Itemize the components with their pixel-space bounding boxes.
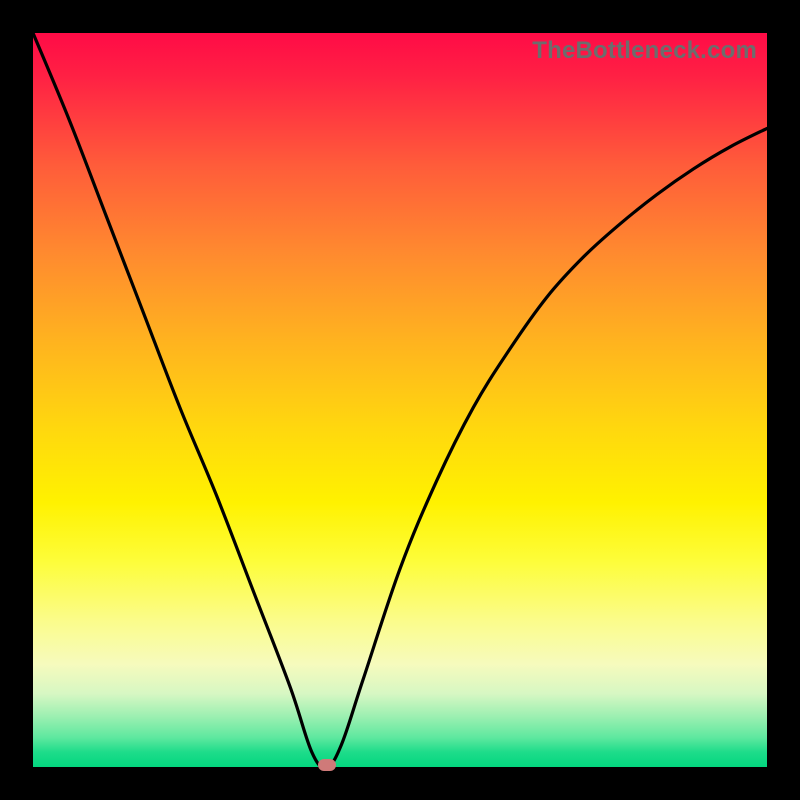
minimum-marker <box>318 759 336 771</box>
plot-area: TheBottleneck.com <box>33 33 767 767</box>
bottleneck-curve <box>33 33 767 767</box>
chart-frame: TheBottleneck.com <box>0 0 800 800</box>
